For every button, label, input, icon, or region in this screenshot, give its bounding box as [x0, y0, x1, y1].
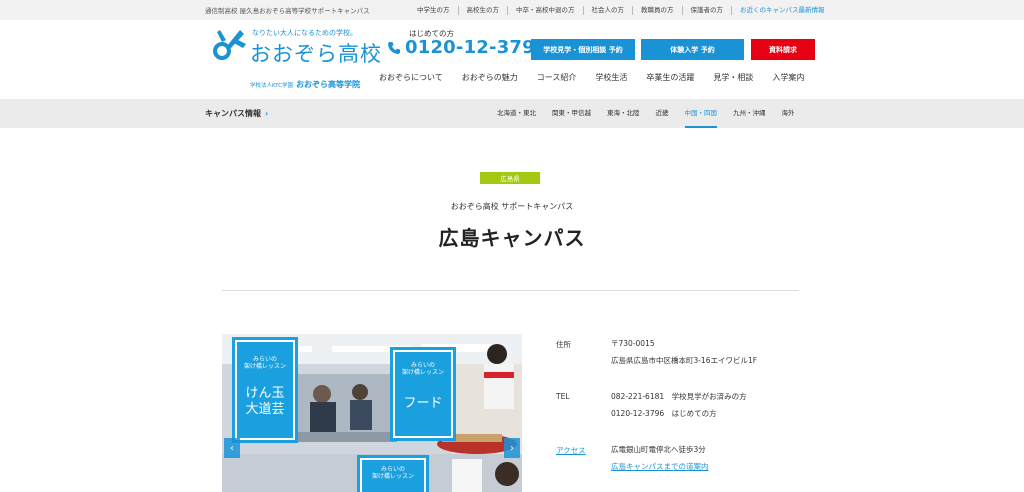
- nav-appeal[interactable]: おおぞらの魅力: [462, 72, 518, 83]
- link-parents[interactable]: 保護者の方: [681, 5, 732, 15]
- bird-logo-icon: [213, 30, 246, 60]
- directions-link[interactable]: 広島キャンパスまでの道案内: [611, 458, 709, 475]
- link-nearby-campus[interactable]: お近くのキャンパス最新情報: [731, 5, 833, 15]
- access-label-link[interactable]: アクセス: [556, 445, 586, 456]
- nav-graduates[interactable]: 卒業生の活躍: [646, 72, 694, 83]
- logo-institution: 学校法人KTC学園 おおぞら高等学院: [250, 72, 360, 91]
- nav-visit[interactable]: 見学・相談: [713, 72, 753, 83]
- card-kendama-title: けん玉 大道芸: [245, 386, 285, 417]
- campus-info-label: キャンパス情報: [205, 109, 261, 118]
- campus-info-title[interactable]: キャンパス情報 ›: [205, 108, 268, 119]
- lesson-card-kendama: みらいの 架け橋レッスン けん玉 大道芸: [232, 337, 298, 443]
- tel-existing: 082-221-6181 学校見学がお済みの方: [611, 392, 747, 401]
- audience-links: 中学生の方 高校生の方 中卒・高校中退の方 社会人の方 教職員の方 保護者の方 …: [409, 0, 833, 20]
- page-title: 広島キャンパス: [438, 226, 586, 250]
- tel-value: 082-221-6181 学校見学がお済みの方 0120-12-3796 はじめ…: [611, 388, 747, 422]
- trial-reservation-button[interactable]: 体験入学 予約: [641, 39, 744, 60]
- top-utility-bar: 通信制高校 屋久島おおぞら高等学校サポートキャンパス 中学生の方 高校生の方 中…: [0, 0, 1024, 20]
- logo-sub-bold: おおぞら高等学院: [296, 80, 361, 89]
- tel-label: TEL: [556, 392, 570, 401]
- logo-name: おおぞら高校: [250, 42, 382, 66]
- card-bottom-label: みらいの 架け橋レッスン: [371, 466, 414, 480]
- request-docs-button[interactable]: 資料請求: [751, 39, 815, 60]
- link-adult[interactable]: 社会人の方: [582, 5, 633, 15]
- campus-subtitle: おおぞら高校 サポートキャンパス: [450, 202, 574, 211]
- phone-number: 0120-12-3796: [405, 37, 548, 58]
- logo-sub-small: 学校法人KTC学園: [250, 83, 294, 89]
- postal-code: 〒730-0015: [611, 339, 655, 348]
- card-food-title: フード: [403, 396, 443, 411]
- address-value: 〒730-0015 広島県広島市中区橋本町3-16エイワビル1F: [611, 335, 757, 369]
- divider: [222, 290, 799, 291]
- slider-prev-button[interactable]: ‹: [224, 438, 240, 458]
- link-high-school[interactable]: 高校生の方: [457, 5, 508, 15]
- nav-admission[interactable]: 入学案内: [772, 72, 804, 83]
- card-food-label: みらいの 架け橋レッスン: [401, 362, 444, 376]
- region-hokkaido-tohoku[interactable]: 北海道・東北: [497, 99, 536, 128]
- lesson-card-food: みらいの 架け橋レッスン フード: [390, 347, 456, 441]
- address-text: 広島県広島市中区橋本町3-16エイワビル1F: [611, 356, 758, 365]
- access-value: 広電銀山町電停北へ徒歩3分 広島キャンパスまでの道案内: [611, 441, 709, 475]
- region-overseas[interactable]: 海外: [782, 99, 795, 128]
- visit-reservation-button[interactable]: 学校見学・個別相談 予約: [531, 39, 635, 60]
- region-tabs: 北海道・東北 関東・甲信越 東海・北陸 近畿 中国・四国 九州・沖縄 海外: [497, 99, 811, 128]
- nav-school-life[interactable]: 学校生活: [595, 72, 627, 83]
- lesson-card-bottom: みらいの 架け橋レッスン: [357, 455, 429, 492]
- tel-first-time: 0120-12-3796 はじめての方: [611, 409, 717, 418]
- region-kanto[interactable]: 関東・甲信越: [552, 99, 591, 128]
- card-kendama-label: みらいの 架け橋レッスン: [243, 356, 286, 370]
- school-tagline: 通信制高校 屋久島おおぞら高等学校サポートキャンパス: [205, 7, 370, 15]
- site-logo[interactable]: なりたい大人になるための学校。 おおぞら高校 学校法人KTC学園 おおぞら高等学院: [210, 26, 381, 89]
- link-junior-high[interactable]: 中学生の方: [409, 6, 458, 15]
- chevron-right-icon: ›: [265, 109, 269, 118]
- nav-about[interactable]: おおぞらについて: [379, 72, 443, 83]
- phone-icon: [388, 42, 400, 54]
- region-kinki[interactable]: 近畿: [656, 99, 669, 128]
- nav-courses[interactable]: コース紹介: [537, 72, 577, 83]
- region-chugoku-shikoku[interactable]: 中国・四国: [684, 99, 717, 128]
- region-kyushu-okinawa[interactable]: 九州・沖縄: [733, 99, 766, 128]
- campus-info-bar: キャンパス情報 › 北海道・東北 関東・甲信越 東海・北陸 近畿 中国・四国 九州…: [0, 99, 1024, 128]
- main-navigation: おおぞらについて おおぞらの魅力 コース紹介 学校生活 卒業生の活躍 見学・相談…: [379, 72, 823, 83]
- link-dropout[interactable]: 中卒・高校中退の方: [507, 5, 583, 15]
- campus-photo-slider[interactable]: みらいの 架け橋レッスン けん玉 大道芸 みらいの 架け橋レッスン フード みら…: [222, 334, 522, 492]
- region-tokai-hokuriku[interactable]: 東海・北陸: [607, 99, 640, 128]
- address-label: 住所: [556, 340, 571, 349]
- access-text: 広電銀山町電停北へ徒歩3分: [611, 445, 706, 454]
- slider-next-button[interactable]: ›: [504, 438, 520, 458]
- link-teachers[interactable]: 教職員の方: [632, 5, 682, 15]
- prefecture-badge: 広島県: [480, 172, 540, 184]
- logo-slogan: なりたい大人になるための学校。: [252, 29, 357, 37]
